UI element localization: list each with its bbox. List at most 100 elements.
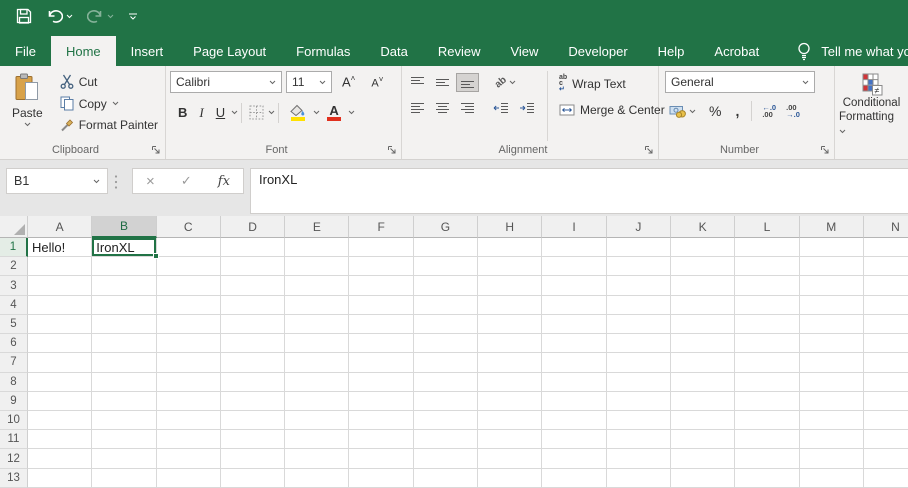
cell-N3[interactable] <box>864 276 908 295</box>
cell-G3[interactable] <box>414 276 478 295</box>
cell-C4[interactable] <box>157 296 221 315</box>
cell-L8[interactable] <box>735 373 799 392</box>
cell-D7[interactable] <box>221 353 285 372</box>
row-header-10[interactable]: 10 <box>0 411 28 430</box>
cell-N9[interactable] <box>864 392 908 411</box>
cell-J12[interactable] <box>607 449 671 468</box>
cell-A6[interactable] <box>28 334 92 353</box>
row-header-9[interactable]: 9 <box>0 392 28 411</box>
cell-G6[interactable] <box>414 334 478 353</box>
decrease-decimal-button[interactable]: .00→.0 <box>783 103 803 119</box>
cut-button[interactable]: Cut <box>57 72 161 91</box>
chevron-down-icon[interactable] <box>231 110 238 115</box>
cell-M6[interactable] <box>800 334 864 353</box>
cell-E13[interactable] <box>285 469 349 488</box>
cell-F7[interactable] <box>349 353 413 372</box>
enter-button[interactable]: ✓ <box>181 173 192 189</box>
insert-function-button[interactable]: fx <box>218 174 230 189</box>
cell-K4[interactable] <box>671 296 735 315</box>
cell-C5[interactable] <box>157 315 221 334</box>
row-header-6[interactable]: 6 <box>0 334 28 353</box>
cell-E4[interactable] <box>285 296 349 315</box>
cell-G9[interactable] <box>414 392 478 411</box>
cell-M13[interactable] <box>800 469 864 488</box>
cell-K8[interactable] <box>671 373 735 392</box>
clipboard-dialog-launcher-icon[interactable] <box>151 145 161 155</box>
cell-H10[interactable] <box>478 411 542 430</box>
format-painter-button[interactable]: Format Painter <box>57 116 161 134</box>
cell-N13[interactable] <box>864 469 908 488</box>
cell-E12[interactable] <box>285 449 349 468</box>
font-name-combo[interactable]: Calibri <box>170 71 282 93</box>
cell-C10[interactable] <box>157 411 221 430</box>
increase-decimal-button[interactable]: ←.0.00 <box>759 103 779 119</box>
cell-H2[interactable] <box>478 257 542 276</box>
cell-B2[interactable] <box>92 257 156 276</box>
row-header-3[interactable]: 3 <box>0 276 28 295</box>
cell-J9[interactable] <box>607 392 671 411</box>
cell-L7[interactable] <box>735 353 799 372</box>
align-right-button[interactable] <box>456 99 479 118</box>
cell-I8[interactable] <box>542 373 606 392</box>
cell-J10[interactable] <box>607 411 671 430</box>
cell-I11[interactable] <box>542 430 606 449</box>
cell-G2[interactable] <box>414 257 478 276</box>
italic-button[interactable]: I <box>193 104 209 122</box>
save-button[interactable] <box>16 8 32 24</box>
decrease-indent-button[interactable] <box>489 99 513 118</box>
cell-H13[interactable] <box>478 469 542 488</box>
cell-I3[interactable] <box>542 276 606 295</box>
cell-I13[interactable] <box>542 469 606 488</box>
cell-D11[interactable] <box>221 430 285 449</box>
undo-button[interactable] <box>46 9 73 23</box>
align-center-button[interactable] <box>431 99 454 118</box>
cell-L9[interactable] <box>735 392 799 411</box>
row-header-5[interactable]: 5 <box>0 315 28 334</box>
cell-B11[interactable] <box>92 430 156 449</box>
cell-H11[interactable] <box>478 430 542 449</box>
cell-B3[interactable] <box>92 276 156 295</box>
cell-J5[interactable] <box>607 315 671 334</box>
tab-page-layout[interactable]: Page Layout <box>178 36 281 66</box>
cell-L3[interactable] <box>735 276 799 295</box>
cell-C8[interactable] <box>157 373 221 392</box>
cell-L12[interactable] <box>735 449 799 468</box>
cell-I7[interactable] <box>542 353 606 372</box>
cell-B9[interactable] <box>92 392 156 411</box>
cell-H8[interactable] <box>478 373 542 392</box>
cell-N12[interactable] <box>864 449 908 468</box>
cell-I10[interactable] <box>542 411 606 430</box>
tab-data[interactable]: Data <box>365 36 422 66</box>
row-header-4[interactable]: 4 <box>0 296 28 315</box>
cell-D2[interactable] <box>221 257 285 276</box>
cell-D13[interactable] <box>221 469 285 488</box>
cell-M10[interactable] <box>800 411 864 430</box>
cell-A8[interactable] <box>28 373 92 392</box>
cell-H6[interactable] <box>478 334 542 353</box>
bold-button[interactable]: B <box>172 104 193 121</box>
select-all-button[interactable] <box>0 216 28 238</box>
cell-M8[interactable] <box>800 373 864 392</box>
cell-C11[interactable] <box>157 430 221 449</box>
column-header-E[interactable]: E <box>285 216 349 238</box>
column-header-M[interactable]: M <box>800 216 864 238</box>
cell-H3[interactable] <box>478 276 542 295</box>
cell-N7[interactable] <box>864 353 908 372</box>
row-header-1[interactable]: 1 <box>0 238 28 257</box>
cell-K13[interactable] <box>671 469 735 488</box>
cell-J3[interactable] <box>607 276 671 295</box>
cell-F8[interactable] <box>349 373 413 392</box>
cell-A11[interactable] <box>28 430 92 449</box>
cell-I9[interactable] <box>542 392 606 411</box>
cell-F1[interactable] <box>349 238 413 257</box>
cell-K10[interactable] <box>671 411 735 430</box>
cell-F13[interactable] <box>349 469 413 488</box>
customize-quick-access-button[interactable] <box>128 11 138 21</box>
cell-A1[interactable]: Hello! <box>28 238 92 257</box>
row-header-12[interactable]: 12 <box>0 449 28 468</box>
cell-M9[interactable] <box>800 392 864 411</box>
underline-button[interactable]: U <box>210 104 231 121</box>
bottom-align-button[interactable] <box>456 73 479 92</box>
column-header-D[interactable]: D <box>221 216 285 238</box>
cell-E6[interactable] <box>285 334 349 353</box>
